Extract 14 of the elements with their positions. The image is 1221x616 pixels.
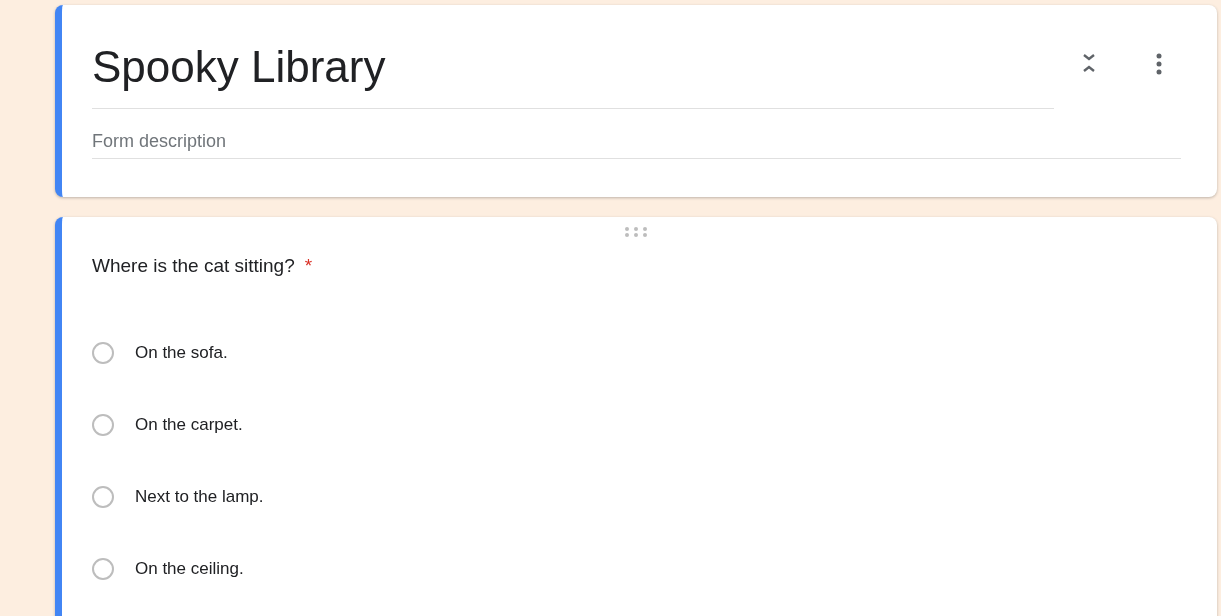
drag-handle-icon[interactable] — [624, 227, 648, 237]
radio-button[interactable] — [92, 558, 114, 580]
required-mark: * — [304, 255, 313, 276]
option-label[interactable]: On the sofa. — [135, 343, 228, 363]
radio-button[interactable] — [92, 414, 114, 436]
more-options-icon[interactable] — [1156, 53, 1162, 75]
question-text: Where is the cat sitting? — [92, 255, 295, 276]
radio-button[interactable] — [92, 342, 114, 364]
option-label[interactable]: On the ceiling. — [135, 559, 244, 579]
option-label[interactable]: On the carpet. — [135, 415, 243, 435]
option-label[interactable]: Next to the lamp. — [135, 487, 264, 507]
form-title[interactable]: Spooky Library — [92, 41, 1054, 93]
radio-button[interactable] — [92, 486, 114, 508]
collapse-icon[interactable] — [1082, 53, 1096, 73]
